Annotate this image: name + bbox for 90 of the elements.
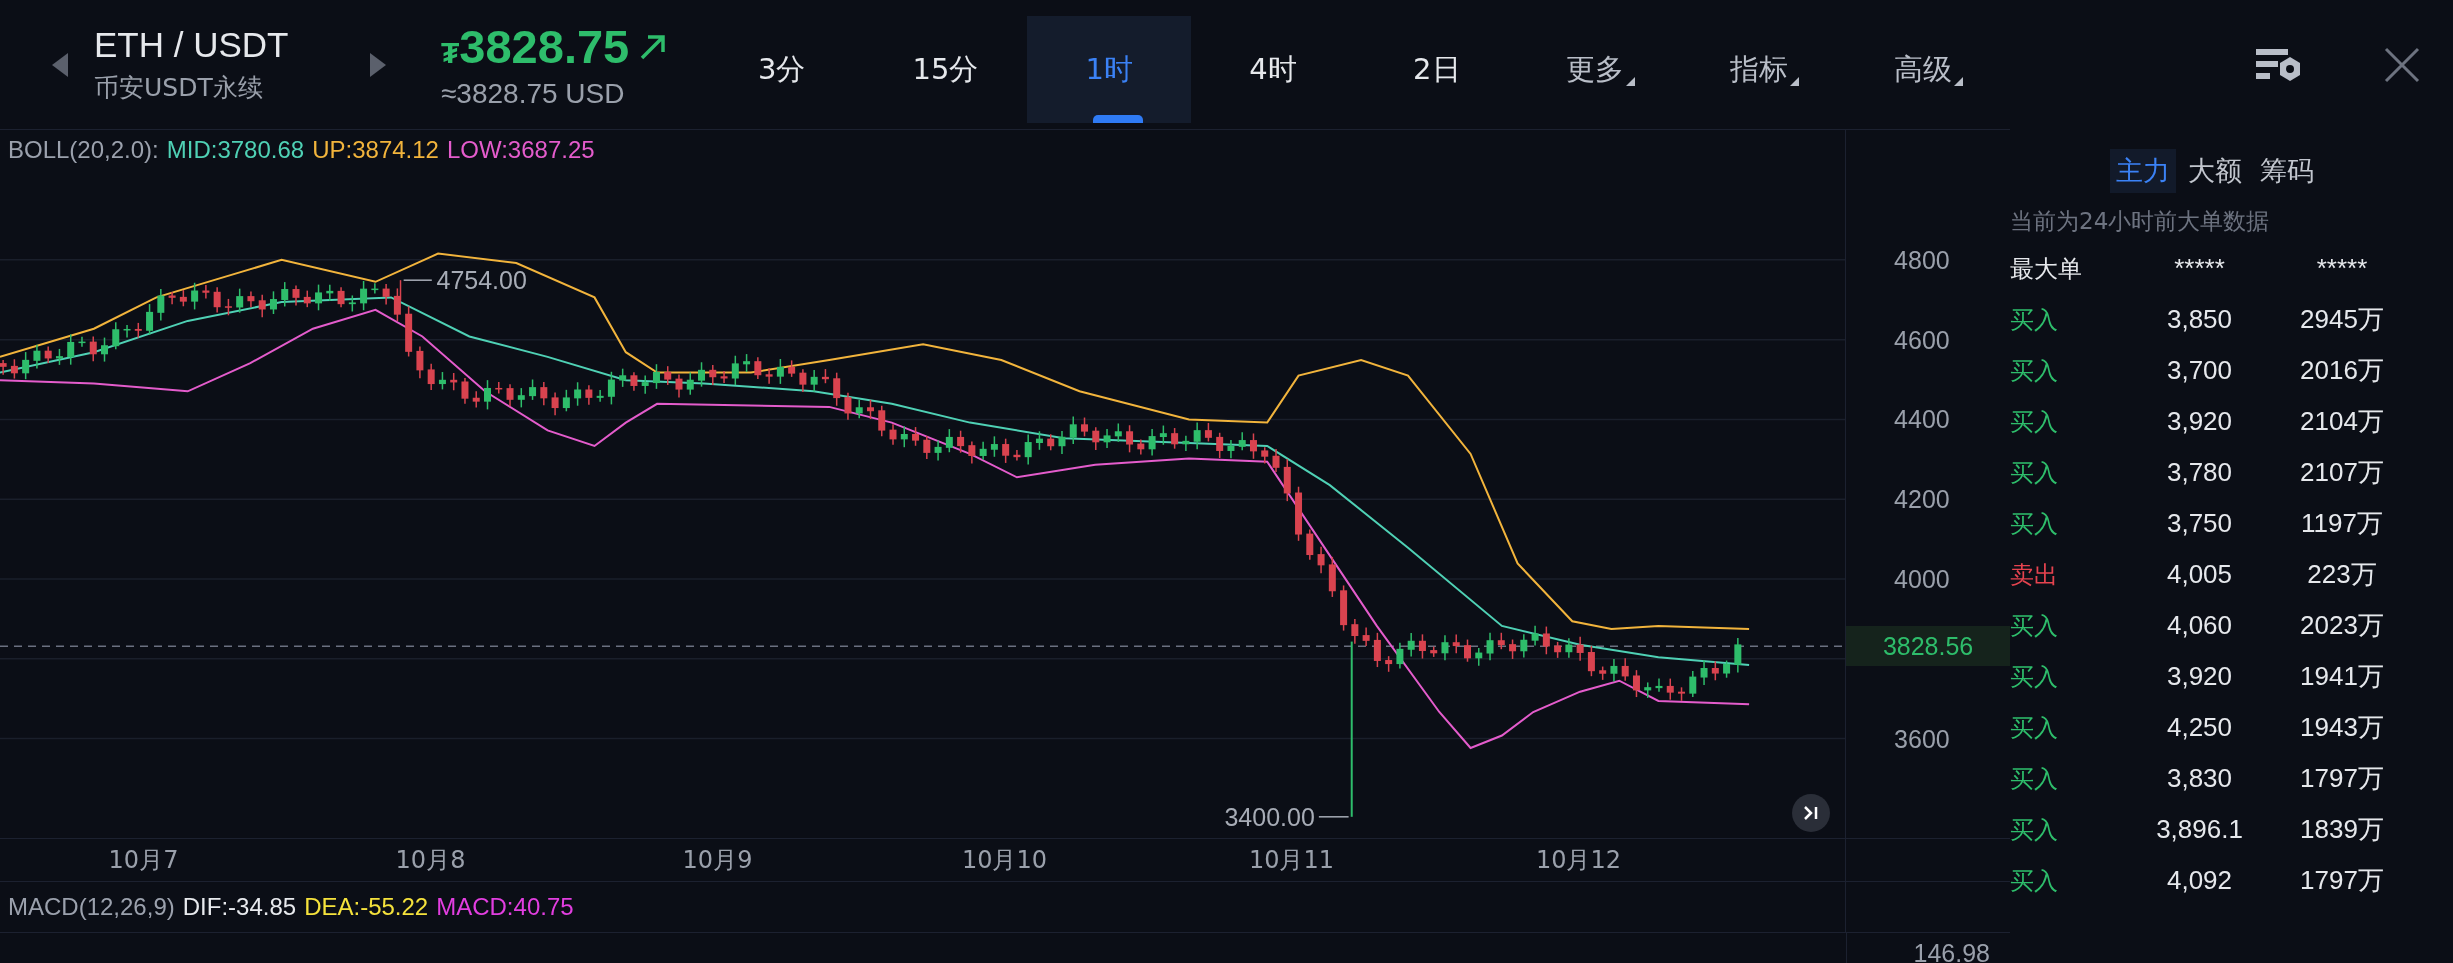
order-price: 3,780 [2165, 456, 2234, 489]
column-header: 最大单 [2010, 253, 2083, 285]
leader-line [402, 279, 433, 281]
indicator-value: LOW:3687.25 [446, 136, 595, 164]
axis-label: 4000 [1894, 564, 1950, 594]
axis-label: 4600 [1894, 325, 1950, 355]
date-label: 10月12 [1534, 845, 1623, 876]
pair-name: ETH / USDT [94, 25, 290, 65]
order-price: 4,005 [2165, 558, 2234, 591]
column-header: ***** [2315, 252, 2369, 285]
skip-end-icon[interactable] [1803, 806, 1819, 820]
order-side: 买入 [2010, 610, 2059, 642]
last-price: ₮3828.75 [441, 19, 630, 74]
order-price: 3,896.1 [2155, 813, 2244, 846]
order-price: 3,850 [2165, 303, 2234, 336]
low-price-label: 3400.00 [1224, 802, 1315, 832]
indicator-value: MID:3780.68 [166, 136, 305, 164]
order-amount: 1797万 [2299, 864, 2385, 897]
order-amount: 2016万 [2299, 354, 2385, 387]
last-price-tag: 3828.56 [1846, 626, 2011, 667]
column-header: ***** [2173, 252, 2226, 285]
axis-label: 4800 [1894, 245, 1950, 275]
order-amount: 223万 [2306, 558, 2378, 591]
date-label: 10月7 [107, 845, 180, 876]
usd-price: ≈3828.75 USD [441, 78, 626, 110]
dropdown-triangle-icon [1953, 77, 1963, 86]
order-amount: 2104万 [2299, 405, 2385, 438]
interval-tab[interactable]: 15分 [863, 16, 1028, 123]
order-price: 3,830 [2165, 762, 2234, 795]
order-amount: 1839万 [2299, 813, 2385, 846]
interval-tab[interactable]: 1时 [1027, 16, 1192, 123]
axis-label: 4200 [1894, 484, 1950, 514]
order-amount: 2023万 [2299, 609, 2385, 642]
dropdown-triangle-icon [1626, 77, 1636, 86]
dropdown-menu[interactable]: 更多 [1518, 16, 1683, 123]
order-side: 买入 [2010, 712, 2059, 744]
indicator-value: MACD(12,26,9) [8, 893, 175, 921]
dropdown-triangle-icon [1789, 77, 1799, 86]
order-side: 买入 [2010, 406, 2059, 438]
high-price-label: 4754.00 [436, 265, 527, 295]
order-side: 买入 [2010, 457, 2059, 489]
indicator-value: DEA:-55.22 [304, 893, 429, 921]
order-side: 买入 [2010, 304, 2059, 336]
interval-tab[interactable]: 4时 [1191, 16, 1355, 123]
order-amount: 2945万 [2299, 303, 2385, 336]
order-price: 3,920 [2165, 660, 2234, 693]
order-side: 买入 [2010, 865, 2059, 897]
data-note: 当前为24小时前大单数据 [2010, 207, 2271, 236]
axis-label: 146.98 [1913, 938, 1990, 963]
indicator-value: UP:3874.12 [312, 136, 439, 164]
order-amount: 1797万 [2299, 762, 2385, 795]
axis-label: 4400 [1894, 404, 1950, 434]
indicator-value: DIF:-34.85 [182, 893, 297, 921]
order-amount: 1943万 [2299, 711, 2385, 744]
order-price: 4,060 [2165, 609, 2234, 642]
order-price: 3,700 [2165, 354, 2234, 387]
order-price: 4,092 [2165, 864, 2234, 897]
order-amount: 1197万 [2300, 507, 2384, 540]
panel-tab[interactable]: 主力 [2110, 149, 2176, 193]
axis-label: 3600 [1894, 724, 1950, 754]
leader-line [1318, 816, 1350, 818]
close-icon[interactable] [2384, 47, 2420, 83]
panel-tab[interactable]: 筹码 [2254, 149, 2320, 193]
order-side: 买入 [2010, 508, 2059, 540]
order-price: 4,250 [2165, 711, 2234, 744]
arrow-up-right-icon [639, 32, 668, 61]
interval-tab[interactable]: 2日 [1354, 16, 1519, 123]
date-label: 10月10 [960, 845, 1049, 876]
interval-tab[interactable]: 3分 [699, 16, 864, 123]
date-label: 10月11 [1247, 845, 1336, 876]
indicator-value: MACD:40.75 [436, 893, 574, 921]
indicator-value: BOLL(20,2.0): [8, 136, 159, 164]
date-label: 10月8 [394, 845, 467, 876]
previous-pair-button[interactable] [52, 52, 68, 77]
date-label: 10月9 [681, 845, 754, 876]
next-pair-button[interactable] [370, 52, 386, 77]
order-side: 买入 [2010, 814, 2059, 846]
order-side: 买入 [2010, 661, 2059, 693]
scroll-to-latest-button[interactable] [1792, 794, 1830, 832]
order-price: 3,920 [2165, 405, 2234, 438]
dropdown-menu[interactable]: 指标 [1682, 16, 1847, 123]
order-price: 3,750 [2165, 507, 2234, 540]
market-name: 币安USDT永续 [94, 72, 264, 104]
order-side: 买入 [2010, 355, 2059, 387]
order-amount: 2107万 [2299, 456, 2385, 489]
order-amount: 1941万 [2299, 660, 2385, 693]
panel-tab[interactable]: 大额 [2182, 149, 2248, 193]
dropdown-menu[interactable]: 高级 [1846, 16, 2010, 123]
order-side: 买入 [2010, 763, 2059, 795]
order-side: 卖出 [2010, 559, 2059, 591]
